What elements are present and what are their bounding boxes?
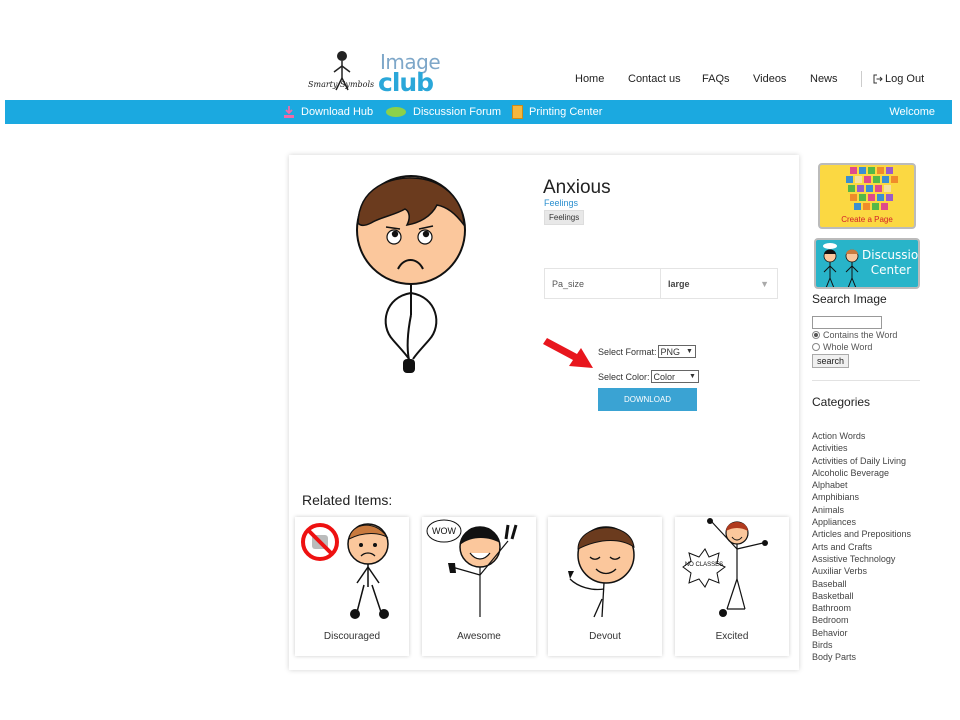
related-item-label: Discouraged — [323, 631, 381, 642]
related-item-discouraged[interactable]: Discouraged — [295, 517, 409, 656]
discouraged-symbol-image — [301, 523, 389, 619]
color-select[interactable]: Color ▼ — [650, 370, 699, 383]
nav-contact-us[interactable]: Contact us — [628, 73, 681, 85]
category-item[interactable]: Bathroom — [812, 602, 932, 614]
category-item[interactable]: Basketball — [812, 590, 932, 602]
color-row: Select Color: Color ▼ — [598, 370, 699, 383]
logo-script: Smarty Symbols — [308, 80, 375, 89]
download-icon — [284, 106, 294, 118]
color-label: Select Color: — [598, 371, 650, 382]
category-item[interactable]: Assistive Technology — [812, 553, 932, 565]
size-label: Pa_size — [545, 269, 661, 298]
format-value: PNG — [660, 346, 681, 357]
search-button[interactable]: search — [812, 354, 850, 368]
color-value: Color — [653, 371, 676, 382]
awesome-symbol-image: WOW — [426, 519, 518, 617]
product-card: Anxious Feelings Feelings Pa_size large … — [289, 155, 799, 670]
logo-word-club: club — [378, 68, 434, 97]
wow-bubble-text: WOW — [432, 526, 456, 536]
discussion-forum-link[interactable]: Discussion Forum — [385, 100, 501, 124]
related-item-awesome[interactable]: WOW Awesome — [422, 517, 536, 656]
categories-list: Action Words Activities Activities of Da… — [812, 430, 932, 664]
related-item-label: Awesome — [457, 631, 501, 642]
category-item[interactable]: Arts and Crafts — [812, 541, 932, 553]
create-a-page-banner[interactable]: Create a Page — [818, 163, 916, 229]
format-label: Select Format: — [598, 346, 657, 357]
category-item[interactable]: Auxiliar Verbs — [812, 565, 932, 577]
size-option-row: Pa_size large ▼ — [544, 268, 778, 299]
search-image-title: Search Image — [812, 292, 887, 306]
document-icon — [512, 105, 523, 119]
symbol-grid-icon — [846, 167, 898, 210]
category-item[interactable]: Baseball — [812, 578, 932, 590]
welcome-text: Welcome — [889, 106, 935, 118]
category-tag[interactable]: Feelings — [544, 210, 585, 225]
discussion-forum-label: Discussion Forum — [413, 106, 502, 118]
category-item[interactable]: Appliances — [812, 516, 932, 528]
category-item[interactable]: Activities of Daily Living — [812, 455, 932, 467]
category-item[interactable]: Amphibians — [812, 491, 932, 503]
related-item-devout[interactable]: Devout — [548, 517, 662, 656]
category-item[interactable]: Articles and Prepositions — [812, 528, 932, 540]
sidebar-divider — [812, 380, 920, 381]
download-hub-link[interactable]: Download Hub — [283, 100, 373, 124]
related-item-label: Excited — [715, 631, 749, 642]
whole-word-option[interactable]: Whole Word — [812, 342, 872, 352]
radio-selected-icon[interactable] — [812, 331, 820, 339]
devout-symbol-image — [568, 526, 635, 618]
logout-label: Log Out — [885, 73, 925, 85]
related-item-label: Devout — [589, 631, 621, 642]
category-item[interactable]: Birds — [812, 639, 932, 651]
category-item[interactable]: Alcoholic Beverage — [812, 467, 932, 479]
logout-link[interactable]: Log Out — [873, 73, 924, 85]
create-a-page-label: Create a Page — [841, 215, 893, 224]
nav-home[interactable]: Home — [575, 73, 604, 85]
category-item[interactable]: Activities — [812, 442, 932, 454]
category-item[interactable]: Bedroom — [812, 614, 932, 626]
chat-bubble-icon — [386, 107, 406, 117]
categories-title: Categories — [812, 395, 871, 409]
printing-center-label: Printing Center — [529, 106, 603, 118]
related-items-title: Related Items: — [302, 492, 393, 508]
category-item[interactable]: Action Words — [812, 430, 932, 442]
anxious-symbol-image — [356, 175, 466, 373]
category-item[interactable]: Animals — [812, 504, 932, 516]
chevron-down-icon: ▼ — [760, 279, 769, 289]
red-arrow-icon — [543, 338, 593, 368]
chevron-down-icon: ▼ — [686, 348, 693, 355]
product-title: Anxious — [543, 177, 611, 198]
download-hub-label: Download Hub — [301, 106, 374, 118]
category-item[interactable]: Behavior — [812, 627, 932, 639]
printing-center-link[interactable]: Printing Center — [512, 100, 602, 124]
contains-word-label: Contains the Word — [823, 330, 898, 340]
two-kids-icon — [823, 243, 859, 287]
download-button[interactable]: DOWNLOAD — [598, 388, 697, 411]
chevron-down-icon: ▼ — [689, 373, 696, 380]
discussion-center-line1: Discussion — [862, 248, 920, 262]
size-select[interactable]: large ▼ — [661, 269, 777, 298]
related-item-excited[interactable]: NO CLASSES Excited — [675, 517, 789, 656]
nav-news[interactable]: News — [810, 73, 838, 85]
excited-symbol-image: NO CLASSES — [682, 518, 768, 617]
radio-unselected-icon[interactable] — [812, 343, 820, 351]
no-classes-bubble-text: NO CLASSES — [685, 562, 723, 568]
contains-word-option[interactable]: Contains the Word — [812, 330, 897, 340]
whole-word-label: Whole Word — [823, 342, 873, 352]
category-link[interactable]: Feelings — [544, 198, 578, 208]
nav-divider — [861, 71, 862, 87]
secondary-nav-bar: Download Hub Discussion Forum Printing C… — [5, 100, 952, 124]
nav-videos[interactable]: Videos — [753, 73, 786, 85]
logout-icon — [873, 74, 883, 84]
site-logo[interactable]: Image club Smarty Symbols — [308, 48, 441, 98]
nav-faqs[interactable]: FAQs — [702, 73, 730, 85]
search-input[interactable] — [812, 316, 882, 329]
category-item[interactable]: Alphabet — [812, 479, 932, 491]
format-row: Select Format: PNG ▼ — [598, 345, 696, 358]
discussion-center-banner[interactable]: Discussion Center — [814, 238, 920, 289]
size-value: large — [668, 279, 690, 289]
format-select[interactable]: PNG ▼ — [657, 345, 696, 358]
discussion-center-label: Discussion Center — [862, 248, 920, 278]
category-item[interactable]: Body Parts — [812, 651, 932, 663]
discussion-center-line2: Center — [870, 263, 912, 277]
